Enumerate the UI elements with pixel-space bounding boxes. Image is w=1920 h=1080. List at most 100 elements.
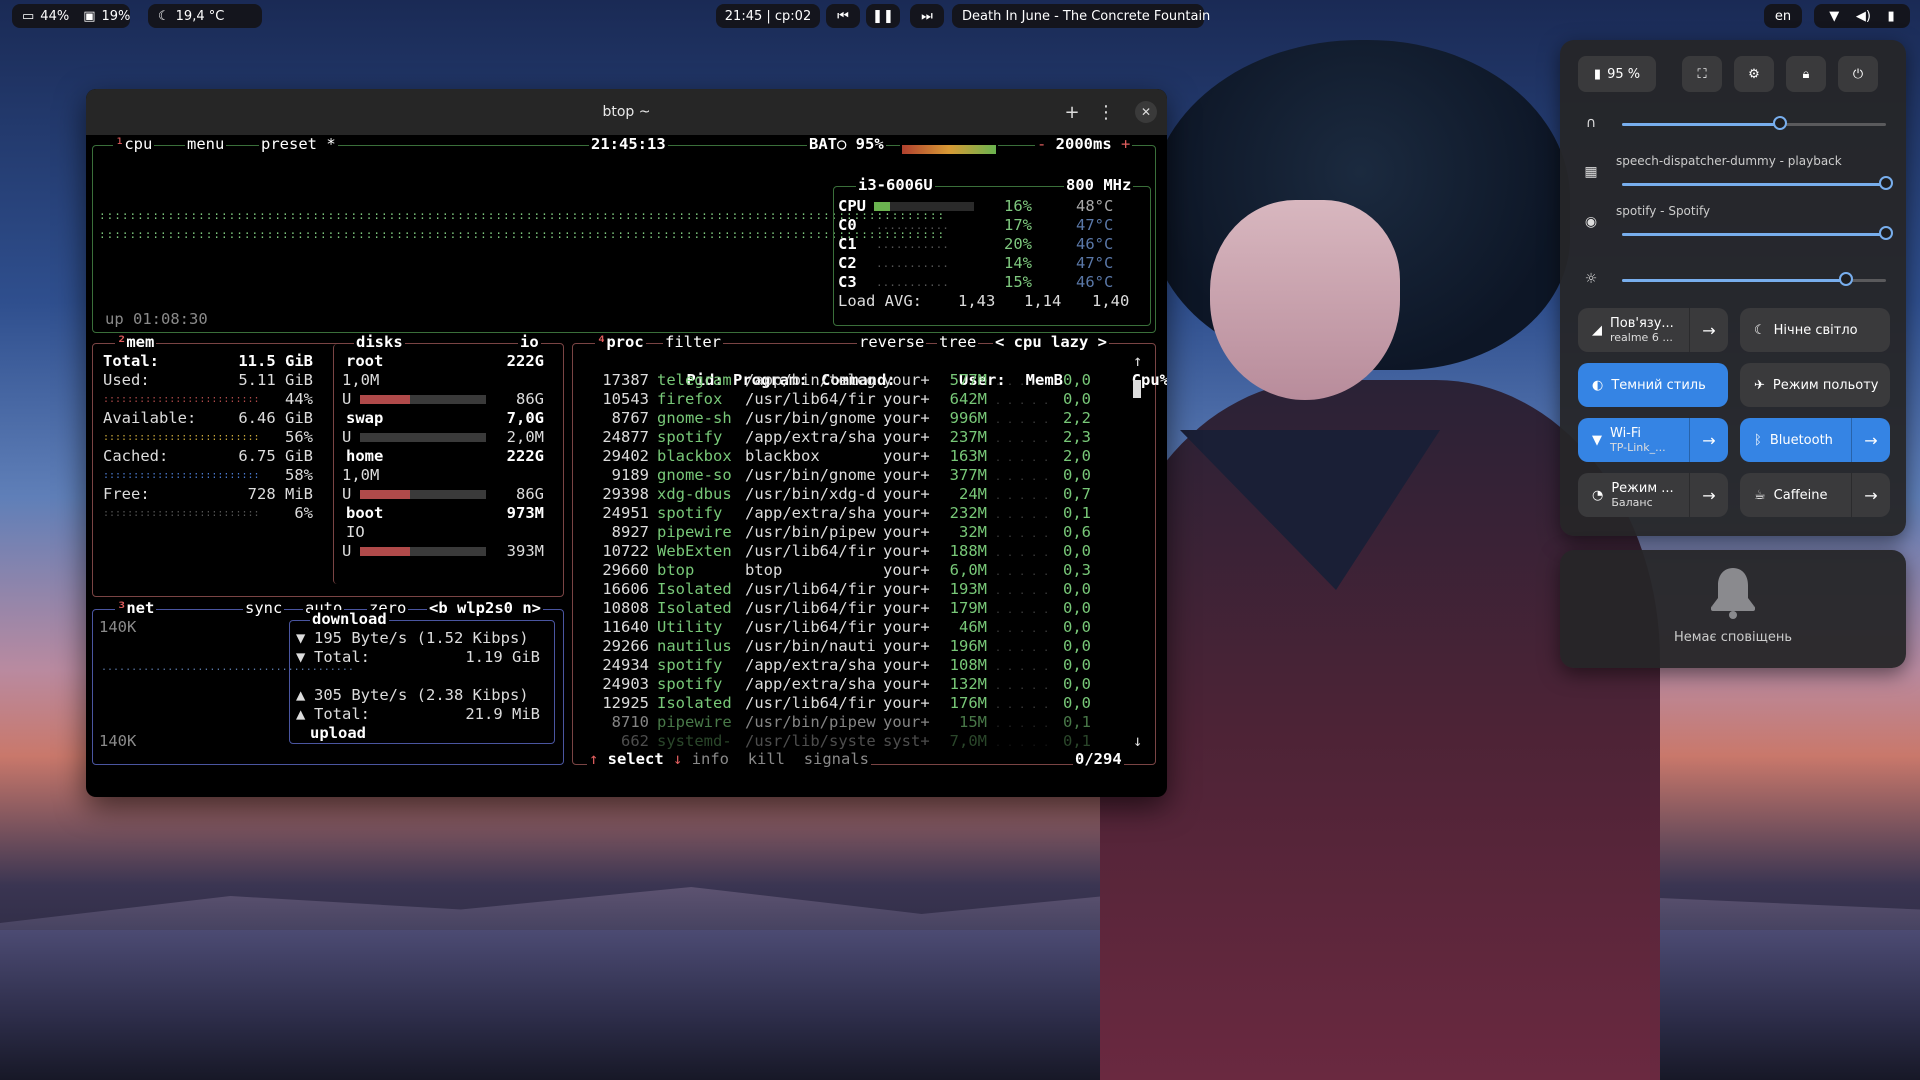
proc-memb: 377M <box>949 466 987 484</box>
language-code: en <box>1774 8 1792 24</box>
proc-row[interactable]: 29660 btop btop your+ 6,0M. . . . . 0,3 <box>593 561 1091 582</box>
proc-tree[interactable]: tree <box>937 333 979 352</box>
lock-icon: 🔒︎ <box>1802 66 1810 82</box>
arrow-right-icon[interactable]: → <box>1851 418 1890 462</box>
bluetooth-toggle[interactable]: ᛒ Bluetooth → <box>1740 418 1890 462</box>
arrow-right-icon[interactable]: → <box>1689 473 1728 517</box>
airplane-mode-toggle[interactable]: ✈ Режим польоту <box>1740 363 1890 407</box>
settings-button[interactable]: ⚙ <box>1734 56 1774 92</box>
proc-row[interactable]: 10543 firefox/usr/lib64/fir your+ 642M. . .… <box>593 390 1091 411</box>
screenshot-button[interactable]: ⛶ <box>1682 56 1722 92</box>
proc-row[interactable]: 12925 Isolated/usr/lib64/fir your+ 176M. . … <box>593 694 1091 715</box>
proc-command: /usr/lib64/fir <box>745 599 876 617</box>
proc-row[interactable]: 10808 Isolated/usr/lib64/fir your+ 179M. . … <box>593 599 1091 620</box>
slider-track[interactable] <box>1622 226 1893 240</box>
pause-button[interactable]: ❚❚ <box>866 4 900 28</box>
proc-user: syst+ <box>883 732 930 750</box>
connected-device-toggle[interactable]: ◢ Пов'язу... realme 6 ... → <box>1578 308 1728 352</box>
window-menu-button[interactable]: ⋮ <box>1093 100 1119 124</box>
btop-terminal[interactable]: ¹cpu menu preset * 21:45:13 BAT○ 95% - 2… <box>86 135 1167 797</box>
scroll-up-icon[interactable]: ↑ <box>1133 352 1142 371</box>
speech-volume-slider[interactable]: ▦ <box>1576 164 1894 198</box>
proc-cpu: 0,0 <box>1063 542 1091 560</box>
proc-row[interactable]: 29266 nautilus/usr/bin/nauti your+ 196M. . … <box>593 637 1091 658</box>
footer-signals[interactable]: signals <box>804 750 869 768</box>
caffeine-toggle[interactable]: ☕︎ Caffeine → <box>1740 473 1890 517</box>
footer-info[interactable]: info <box>692 750 729 768</box>
proc-row[interactable]: 29398 xdg-dbus/usr/bin/xdg-d your+ 24M. . .… <box>593 485 1091 506</box>
now-playing-pill[interactable]: Death In June - The Concrete Fountain <box>952 4 1210 28</box>
arrow-right-icon[interactable]: → <box>1689 308 1728 352</box>
footer-select[interactable]: select <box>608 750 664 768</box>
battery-chip[interactable]: ▮ 95 % <box>1578 56 1656 92</box>
arrow-right-icon[interactable]: → <box>1689 418 1728 462</box>
terminal-window[interactable]: btop ~ + ⋮ ✕ ¹cpu menu preset * 21:45:13… <box>86 89 1167 797</box>
upload-total: 21.9 MiB <box>465 705 540 723</box>
proc-command: /usr/lib/syste <box>745 732 876 750</box>
proc-row[interactable]: 11640 Utility/usr/lib64/fir your+ 46M. . . … <box>593 618 1091 639</box>
previous-track-button[interactable]: ⏮ <box>826 4 860 28</box>
proc-row[interactable]: 10722 WebExten/usr/lib64/fir your+ 188M. . … <box>593 542 1091 563</box>
proc-row[interactable]: 17387 telegram/app/bin/teleg your+ 577M. . … <box>593 371 1091 392</box>
proc-cpu: 0,1 <box>1063 732 1091 750</box>
net-title-text: net <box>126 599 155 617</box>
lock-button[interactable]: 🔒︎ <box>1786 56 1826 92</box>
net-interface[interactable]: <b wlp2s0 n> <box>427 599 543 618</box>
weather-pill[interactable]: ☾ 19,4 °C <box>148 4 262 28</box>
proc-row[interactable]: 8927 pipewire/usr/bin/pipew your+ 32M. . . … <box>593 523 1091 544</box>
wifi-toggle[interactable]: ▼ Wi-Fi TP-Link_... → <box>1578 418 1728 462</box>
night-light-toggle[interactable]: ☾ Нічне світло <box>1740 308 1890 352</box>
slider-knob[interactable] <box>1839 272 1854 286</box>
core-pct: 15% <box>1004 273 1032 291</box>
proc-filter[interactable]: filter <box>663 333 723 352</box>
proc-sort[interactable]: < cpu lazy > <box>993 333 1109 352</box>
scroll-down-icon[interactable]: ↓ <box>1133 732 1142 751</box>
close-button[interactable]: ✕ <box>1135 101 1157 123</box>
screenshot-icon: ⛶ <box>1697 66 1707 82</box>
proc-row[interactable]: 9189 gnome-so/usr/bin/gnome your+ 377M. . .… <box>593 466 1091 487</box>
slider-track[interactable] <box>1622 176 1893 190</box>
dark-style-toggle[interactable]: ◐ Темний стиль <box>1578 363 1728 407</box>
slider-track[interactable] <box>1622 116 1886 130</box>
power-mode-toggle[interactable]: ◔ Режим ... Баланс → <box>1578 473 1728 517</box>
system-menu-pill[interactable]: ▼ ◀) ▮ <box>1814 4 1910 28</box>
output-volume-slider[interactable]: ∩ <box>1576 110 1894 138</box>
proc-row[interactable]: 8767 gnome-sh/usr/bin/gnome your+ 996M. . .… <box>593 409 1091 430</box>
update-interval[interactable]: - 2000ms + <box>1035 135 1133 154</box>
arrow-right-icon[interactable]: → <box>1851 473 1890 517</box>
disk-free: 393M <box>506 542 544 560</box>
brightness-slider[interactable]: ☼ <box>1576 266 1894 294</box>
proc-pid: 10808 <box>602 599 649 617</box>
proc-row[interactable]: 24877 spotify/app/extra/sha your+ 237M. . .… <box>593 428 1091 449</box>
slider-knob[interactable] <box>1773 116 1788 130</box>
net-sync[interactable]: sync <box>243 599 285 618</box>
proc-row[interactable]: 8710 pipewire/usr/bin/pipew your+ 15M. . . … <box>593 713 1091 734</box>
new-tab-button[interactable]: + <box>1059 100 1085 124</box>
proc-scrollbar-thumb[interactable] <box>1133 380 1141 398</box>
next-track-button[interactable]: ⏭ <box>910 4 944 28</box>
window-titlebar[interactable]: btop ~ + ⋮ ✕ <box>86 89 1167 135</box>
slider-knob[interactable] <box>1879 226 1893 240</box>
moon-icon: ☾ <box>1754 322 1766 338</box>
proc-row[interactable]: 24903 spotify/app/extra/sha your+ 132M. . .… <box>593 675 1091 696</box>
slider-knob[interactable] <box>1879 176 1893 190</box>
proc-title: ⁴proc <box>595 333 646 352</box>
proc-row[interactable]: 24934 spotify/app/extra/sha your+ 108M. . .… <box>593 656 1091 677</box>
spotify-volume-slider[interactable]: ◉ <box>1576 214 1894 248</box>
proc-reverse[interactable]: reverse <box>857 333 927 352</box>
clock-pill[interactable]: 21:45 | cp:02 <box>716 4 820 28</box>
language-indicator[interactable]: en <box>1764 4 1802 28</box>
proc-command: /app/extra/sha <box>745 675 876 693</box>
power-button[interactable]: ⏻ <box>1838 56 1878 92</box>
system-status-pill[interactable]: ▭ 44% ▣ 19% <box>12 4 130 28</box>
proc-row[interactable]: 24951 spotify/app/extra/sha your+ 232M. . .… <box>593 504 1091 525</box>
cpu-panel-label[interactable]: ¹cpu <box>113 135 155 154</box>
footer-kill[interactable]: kill <box>748 750 785 768</box>
menu-label[interactable]: menu <box>185 135 227 154</box>
proc-row[interactable]: 16606 Isolated/usr/lib64/fir your+ 193M. . … <box>593 580 1091 601</box>
preset-label[interactable]: preset * <box>259 135 338 154</box>
proc-program: spotify <box>657 656 723 674</box>
bell-icon <box>1708 566 1758 620</box>
slider-track[interactable] <box>1622 272 1886 286</box>
proc-row[interactable]: 29402 blackbox blackbox your+ 163M. . . . .2… <box>593 447 1091 468</box>
